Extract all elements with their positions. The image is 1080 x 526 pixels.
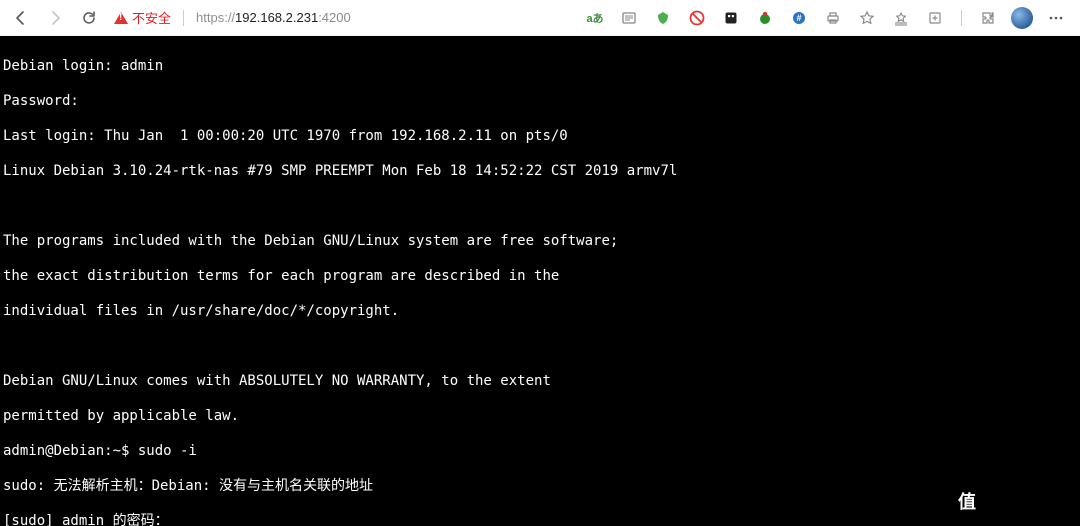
divider bbox=[961, 10, 962, 26]
line-motd: Debian GNU/Linux comes with ABSOLUTELY N… bbox=[3, 373, 1074, 391]
line-lastlogin: Last login: Thu Jan 1 00:00:20 UTC 1970 … bbox=[3, 128, 1074, 146]
blank-line bbox=[3, 198, 1074, 216]
warning-icon bbox=[114, 12, 128, 24]
extension-toolbar: aあ # bbox=[581, 4, 1070, 32]
reader-icon[interactable] bbox=[615, 4, 643, 32]
browser-toolbar: 不安全 https://192.168.2.231:4200 aあ # bbox=[0, 0, 1080, 36]
menu-icon[interactable] bbox=[1042, 4, 1070, 32]
refresh-button[interactable] bbox=[74, 3, 104, 33]
divider bbox=[183, 10, 184, 26]
hash-icon[interactable]: # bbox=[785, 4, 813, 32]
collections-icon[interactable] bbox=[921, 4, 949, 32]
svg-text:#: # bbox=[796, 13, 801, 23]
tab-icon[interactable] bbox=[717, 4, 745, 32]
blank-line bbox=[3, 338, 1074, 356]
noscript-icon[interactable] bbox=[683, 4, 711, 32]
extensions-icon[interactable] bbox=[974, 4, 1002, 32]
translate-icon[interactable]: aあ bbox=[581, 4, 609, 32]
line-motd: permitted by applicable law. bbox=[3, 408, 1074, 426]
not-secure-text: 不安全 bbox=[132, 8, 171, 27]
ublock-icon[interactable] bbox=[649, 4, 677, 32]
favorites-icon[interactable] bbox=[887, 4, 915, 32]
ladybug-icon[interactable] bbox=[751, 4, 779, 32]
line-motd: the exact distribution terms for each pr… bbox=[3, 268, 1074, 286]
line-sudo-error: sudo: 无法解析主机：Debian: 没有与主机名关联的地址 bbox=[3, 478, 1074, 496]
url-display[interactable]: https://192.168.2.231:4200 bbox=[196, 10, 376, 25]
forward-button[interactable] bbox=[40, 3, 70, 33]
line-password: Password: bbox=[3, 93, 1074, 111]
line-login: Debian login: admin bbox=[3, 58, 1074, 76]
address-bar: 不安全 https://192.168.2.231:4200 bbox=[114, 8, 376, 27]
terminal-content[interactable]: Debian login: admin Password: Last login… bbox=[0, 36, 1080, 526]
line-motd: The programs included with the Debian GN… bbox=[3, 233, 1074, 251]
line-motd: individual files in /usr/share/doc/*/cop… bbox=[3, 303, 1074, 321]
profile-avatar[interactable] bbox=[1008, 4, 1036, 32]
favorite-icon[interactable] bbox=[853, 4, 881, 32]
line-uname: Linux Debian 3.10.24-rtk-nas #79 SMP PRE… bbox=[3, 163, 1074, 181]
not-secure-badge[interactable]: 不安全 bbox=[114, 8, 171, 27]
back-button[interactable] bbox=[6, 3, 36, 33]
line-prompt: admin@Debian:~$ sudo -i bbox=[3, 443, 1074, 461]
printer-icon[interactable] bbox=[819, 4, 847, 32]
line-sudo-pw: [sudo] admin 的密码： bbox=[3, 513, 1074, 526]
